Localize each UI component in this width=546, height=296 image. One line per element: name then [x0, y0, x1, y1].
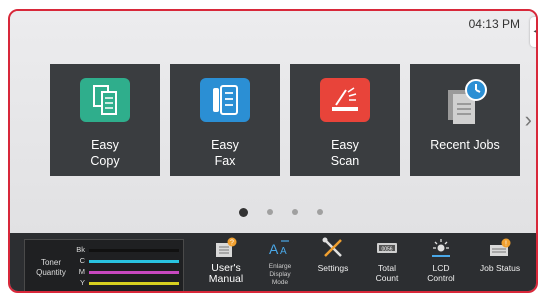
- clock: 04:13 PM: [468, 17, 520, 31]
- job-status-label: Job Status: [479, 263, 521, 273]
- tile-label: Recent Jobs: [430, 138, 500, 152]
- toner-line: [89, 249, 179, 252]
- lcd-control-button[interactable]: LCD Control: [414, 237, 468, 283]
- recent-jobs-tile[interactable]: Recent Jobs: [410, 64, 520, 176]
- svg-text:0056: 0056: [381, 246, 392, 252]
- svg-text:!: !: [505, 241, 507, 248]
- users-manual-icon: ?: [214, 237, 238, 259]
- copy-icon: [80, 78, 130, 122]
- job-status-icon: !: [488, 237, 512, 259]
- svg-text:A: A: [269, 241, 279, 257]
- toner-key: Bk: [76, 245, 85, 254]
- easy-scan-tile[interactable]: Easy Scan: [290, 64, 400, 176]
- settings-label: Settings: [317, 263, 349, 273]
- toner-line: [89, 260, 179, 263]
- users-manual-label: User's Manual: [208, 262, 244, 285]
- scan-icon: [320, 78, 370, 122]
- lcd-control-label: LCD Control: [427, 263, 455, 283]
- tile-label: Easy Copy: [90, 138, 120, 168]
- toner-line: [89, 271, 179, 274]
- home-screen: 04:13 PM ◂ Easy Copy: [10, 11, 536, 233]
- total-count-label: Total Count: [375, 263, 399, 283]
- side-panel-tab[interactable]: ◂: [530, 17, 536, 47]
- job-status-button[interactable]: ! Job Status: [473, 237, 527, 273]
- lcd-control-icon: [429, 237, 453, 259]
- enlarge-display-icon: A A: [268, 237, 292, 259]
- fax-icon: [200, 78, 250, 122]
- page-dot-4[interactable]: [317, 209, 323, 215]
- easy-fax-tile[interactable]: Easy Fax: [170, 64, 280, 176]
- chevron-left-icon: ◂: [533, 26, 536, 37]
- total-count-button[interactable]: 0056 Total Count: [360, 237, 414, 283]
- page-dot-1[interactable]: [239, 207, 248, 217]
- toner-quantity-panel[interactable]: Toner Quantity Bk C M Y: [24, 239, 184, 291]
- chevron-right-icon: ›: [524, 107, 532, 132]
- page-dot-2[interactable]: [267, 209, 273, 215]
- users-manual-button[interactable]: ? User's Manual: [199, 237, 253, 285]
- total-count-icon: 0056: [375, 237, 399, 259]
- toner-title-text: Toner Quantity: [36, 258, 66, 277]
- settings-icon: [321, 237, 345, 259]
- next-page-arrow[interactable]: ›: [525, 107, 532, 133]
- settings-button[interactable]: Settings: [306, 237, 360, 273]
- page-dot-3[interactable]: [292, 209, 298, 215]
- toner-key: C: [79, 256, 85, 265]
- enlarge-display-label: Enlarge Display Mode: [268, 263, 292, 286]
- recent-jobs-icon: [440, 78, 490, 124]
- enlarge-display-button[interactable]: A A Enlarge Display Mode: [253, 237, 307, 287]
- easy-copy-tile[interactable]: Easy Copy: [50, 64, 160, 176]
- toner-key: Y: [79, 278, 85, 287]
- tile-label: Easy Scan: [330, 138, 360, 168]
- toner-key: M: [78, 267, 85, 276]
- svg-text:A: A: [280, 246, 287, 257]
- toner-title: Toner Quantity: [31, 258, 71, 278]
- bottom-bar: Toner Quantity Bk C M Y ? User's Manual …: [10, 233, 536, 291]
- tile-label: Easy Fax: [211, 138, 239, 168]
- device-frame: 04:13 PM ◂ Easy Copy: [8, 9, 538, 293]
- svg-text:?: ?: [230, 240, 234, 247]
- toner-line: [89, 282, 179, 285]
